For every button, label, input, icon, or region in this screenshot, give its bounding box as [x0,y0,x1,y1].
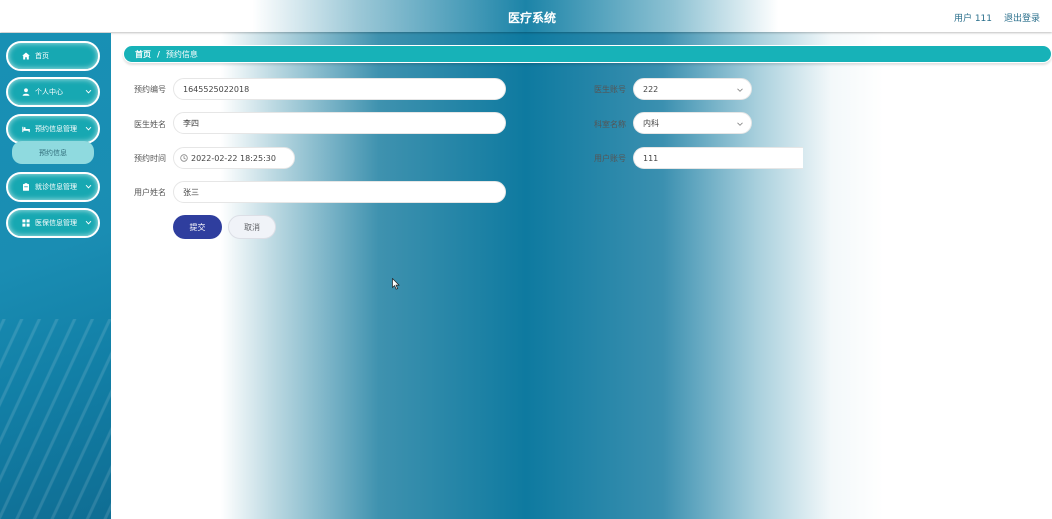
department-value: 内科 [643,118,659,128]
department-label: 科室名称 [594,120,626,129]
chevron-down-icon [85,88,92,95]
cancel-button[interactable]: 取消 [228,215,276,239]
user-account-input[interactable]: 111 [633,147,803,169]
sidebar-item-visit-management[interactable]: 就诊信息管理 [6,172,100,202]
chevron-down-icon [85,125,92,132]
breadcrumb-home-link[interactable]: 首页 [135,49,151,60]
user-account-label: 用户账号 [594,154,626,163]
sidebar-item-label: 预约信息管理 [35,125,77,133]
doctor-name-label: 医生姓名 [134,120,166,129]
top-header: 医疗系统 用户 111 退出登录 [0,0,1052,32]
app-title: 医疗系统 [507,11,556,25]
sidebar-item-home[interactable]: 首页 [6,41,100,71]
submit-button[interactable]: 提交 [173,215,222,239]
doctor-name-input[interactable]: 李四 [173,112,506,134]
appointment-time-value: 2022-02-22 18:25:30 [191,153,276,163]
user-icon [22,88,30,96]
appointment-no-input[interactable]: 1645525022018 [173,78,506,100]
sidebar-item-label: 就诊信息管理 [35,183,77,191]
bed-icon [22,125,30,133]
doctor-account-value: 222 [643,84,659,94]
user-name-value: 张三 [183,187,199,197]
breadcrumb-separator: / [157,49,160,59]
sidebar-item-label: 医保信息管理 [35,219,77,227]
doctor-account-select[interactable]: 222 [633,78,752,100]
sidebar-item-appointment-management[interactable]: 预约信息管理 [6,114,100,144]
sidebar-item-personal-center[interactable]: 个人中心 [6,77,100,107]
chevron-down-icon [85,183,92,190]
sidebar: 首页 个人中心 预约信息管理 预约信息 就诊信息管理 医保信息管理 [0,33,111,519]
logout-link[interactable]: 退出登录 [1004,11,1040,24]
clock-icon [180,154,188,162]
breadcrumb-current: 预约信息 [165,49,198,59]
sidebar-item-insurance-management[interactable]: 医保信息管理 [6,208,100,238]
department-select[interactable]: 内科 [633,112,752,134]
chevron-down-icon [736,86,744,94]
user-name-label: 用户姓名 [134,188,166,197]
home-icon [22,52,30,60]
clipboard-icon [22,183,30,191]
user-name-input[interactable]: 张三 [173,181,506,203]
sidebar-item-label: 首页 [35,52,49,60]
grid-icon [22,219,30,227]
current-user-label: 用户 111 [953,14,992,24]
appointment-time-picker[interactable]: 2022-02-22 18:25:30 [173,147,295,169]
doctor-name-value: 李四 [183,118,199,128]
user-account-value: 111 [643,153,659,163]
sidebar-item-label: 个人中心 [35,88,63,96]
watermark: CSDN @CK3028 [923,493,1046,510]
doctor-account-label: 医生账号 [594,85,626,94]
appointment-no-label: 预约编号 [134,85,166,94]
sidebar-subitem-appointment-info[interactable]: 预约信息 [12,141,94,164]
mouse-cursor-icon [392,277,400,290]
chevron-down-icon [85,219,92,226]
breadcrumb: 首页 / 预约信息 [123,45,1052,63]
appointment-no-value: 1645525022018 [183,84,250,94]
appointment-time-label: 预约时间 [134,154,166,163]
chevron-down-icon [736,120,744,128]
